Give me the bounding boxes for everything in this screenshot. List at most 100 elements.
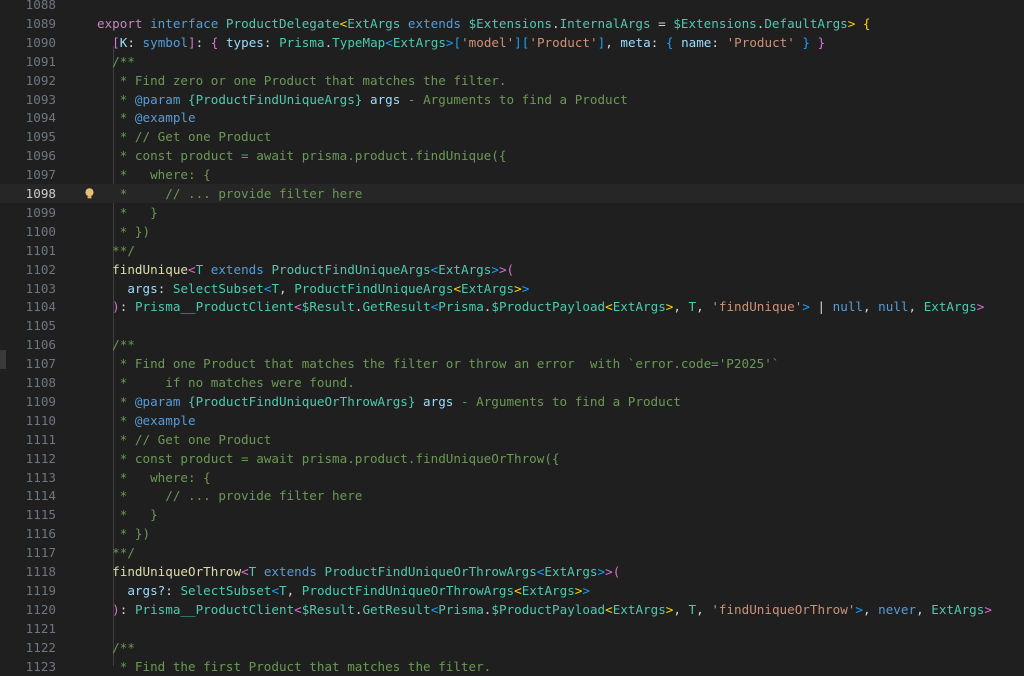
code-token: > [582, 582, 590, 598]
code-line[interactable]: 1119 args?: SelectSubset<T, ProductFindU… [0, 581, 1024, 600]
code-token: $ProductPayload [491, 601, 606, 617]
code-line[interactable]: 1088 [0, 0, 1024, 14]
code-line[interactable]: 1112 * const product = await prisma.prod… [0, 449, 1024, 468]
code-token: T [279, 582, 287, 598]
line-number: 1098 [25, 186, 56, 201]
line-number: 1095 [25, 129, 56, 145]
code-token: * }) [97, 526, 151, 542]
code-text: * // Get one Product [97, 127, 272, 146]
code-line[interactable]: 1101 **/ [0, 241, 1024, 260]
code-token: : [195, 34, 211, 50]
code-line[interactable]: 1110 * @example [0, 411, 1024, 430]
code-token: {ProductFindUniqueOrThrowArgs} [188, 393, 424, 409]
code-line[interactable]: 1120 ): Prisma__ProductClient<$Result.Ge… [0, 600, 1024, 619]
code-text: * }) [97, 524, 150, 543]
code-token: = [650, 15, 674, 31]
line-number: 1104 [25, 299, 56, 315]
code-line[interactable]: 1098 * // ... provide filter here [0, 184, 1024, 203]
code-line[interactable]: 1089 export interface ProductDelegate<Ext… [0, 14, 1024, 33]
code-line[interactable]: 1108 * if no matches were found. [0, 373, 1024, 392]
line-number: 1089 [25, 15, 56, 31]
code-token: ExtArgs [931, 601, 985, 617]
code-line[interactable]: 1121 [0, 619, 1024, 638]
line-number: 1116 [25, 526, 56, 542]
code-text: **/ [97, 543, 135, 562]
code-token: never [878, 601, 917, 617]
code-token: interface [150, 15, 226, 31]
code-token: - Arguments to find a Product [407, 91, 628, 107]
code-line[interactable]: 1111 * // Get one Product [0, 430, 1024, 449]
code-token: > [984, 601, 992, 617]
line-number: 1107 [25, 356, 56, 372]
line-number: 1102 [25, 261, 56, 277]
code-token: > [855, 601, 863, 617]
code-token: { [665, 34, 682, 50]
code-line[interactable]: 1114 * // ... provide filter here [0, 486, 1024, 505]
code-editor[interactable]: 1088 1089 export interface ProductDelegate… [0, 0, 1024, 674]
code-text: * Find one Product that matches the filt… [97, 354, 780, 373]
code-line[interactable]: 1123 * Find the first Product that match… [0, 657, 1024, 676]
code-token: > [976, 299, 985, 315]
code-line[interactable]: 1117 **/ [0, 543, 1024, 562]
line-number: 1099 [25, 204, 56, 220]
code-token: : [711, 34, 727, 50]
code-line[interactable]: 1122 /** [0, 638, 1024, 657]
code-text: * where: { [97, 468, 211, 487]
code-text: * @example [97, 411, 196, 430]
code-token: * // ... provide filter here [97, 488, 363, 504]
code-line[interactable]: 1091 /** [0, 52, 1024, 71]
code-token: ProductFindUniqueArgs [271, 261, 431, 277]
code-token: * Find one Product that matches the filt… [97, 356, 780, 372]
code-line[interactable]: 1118 findUniqueOrThrow<T extends Product… [0, 562, 1024, 581]
code-token: **/ [97, 545, 135, 561]
code-line[interactable]: 1096 * const product = await prisma.prod… [0, 146, 1024, 165]
code-line[interactable]: 1109 * @param {ProductFindUniqueOrThrowA… [0, 392, 1024, 411]
code-token: ) [112, 601, 120, 617]
code-token: ExtArgs [544, 564, 598, 579]
code-token: null [878, 299, 909, 315]
code-token: > [491, 261, 499, 277]
code-line[interactable]: 1093 * @param {ProductFindUniqueArgs} ar… [0, 90, 1024, 109]
code-line[interactable]: 1104 ): Prisma__ProductClient<$Result.Ge… [0, 297, 1024, 316]
code-line[interactable]: 1103 args: SelectSubset < T, ProductFindUn… [0, 279, 1024, 298]
code-line[interactable]: 1106 /** [0, 335, 1024, 354]
code-line[interactable]: 1095 * // Get one Product [0, 127, 1024, 146]
code-token: ExtArgs [923, 299, 977, 315]
code-token: {ProductFindUniqueArgs} [188, 91, 370, 107]
code-token: : [119, 601, 135, 617]
code-token: < [241, 564, 249, 579]
code-line[interactable]: 1107 * Find one Product that matches the… [0, 354, 1024, 373]
code-text: findUnique<T extends ProductFindUniqueAr… [97, 260, 514, 279]
code-token: < [605, 299, 613, 315]
code-token: Prisma [438, 299, 484, 315]
code-line[interactable]: 1094 * @example [0, 108, 1024, 127]
lightbulb-icon[interactable] [83, 187, 96, 200]
code-line[interactable]: 1092 * Find zero or one Product that mat… [0, 71, 1024, 90]
code-line[interactable]: 1115 * } [0, 505, 1024, 524]
code-text: * if no matches were found. [97, 373, 355, 392]
code-token: SelectSubset [180, 582, 272, 598]
code-token: - Arguments to find a Product [460, 393, 681, 409]
code-token: /** [97, 639, 135, 655]
code-token: ] [188, 34, 196, 50]
code-token: , [696, 299, 712, 315]
line-number: 1121 [25, 620, 56, 636]
code-token: ProductFindUniqueOrThrowArgs [301, 582, 515, 598]
code-token: $Result [301, 299, 355, 315]
code-line[interactable]: 1102 findUnique<T extends ProductFindUni… [0, 260, 1024, 279]
code-text: * } [97, 203, 158, 222]
code-line[interactable]: 1105 [0, 316, 1024, 335]
code-token: ) [112, 299, 120, 315]
code-token: Prisma__ProductClient [134, 601, 295, 617]
code-line[interactable]: 1097 * where: { [0, 165, 1024, 184]
code-line[interactable]: 1099 * } [0, 203, 1024, 222]
code-line[interactable]: 1100 * }) [0, 222, 1024, 241]
code-line[interactable]: 1090 [K: symbol]: { types: Prisma.TypeMa… [0, 33, 1024, 52]
code-text: * const product = await prisma.product.f… [97, 449, 560, 468]
code-text: export interface ProductDelegate<ExtArgs… [97, 14, 871, 33]
code-token: < [514, 582, 522, 598]
code-line[interactable]: 1113 * where: { [0, 468, 1024, 487]
code-line[interactable]: 1116 * }) [0, 524, 1024, 543]
